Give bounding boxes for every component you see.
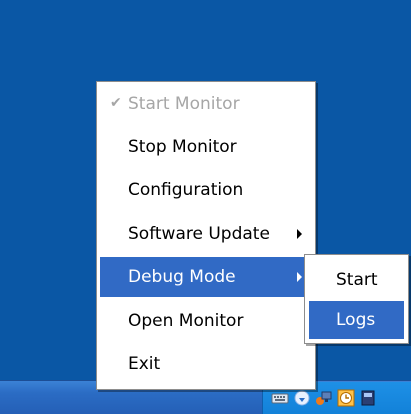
submenu-item-start[interactable]: Start: [309, 261, 404, 299]
menu-item-label: Software Update: [128, 224, 270, 244]
submenu-item-logs[interactable]: Logs: [309, 301, 404, 339]
menu-item-exit[interactable]: Exit: [100, 344, 312, 384]
menu-item-start-monitor[interactable]: ✔ Start Monitor: [100, 84, 312, 124]
menu-item-configuration[interactable]: Configuration: [100, 170, 312, 210]
check-icon: ✔: [110, 95, 122, 111]
submenu-item-label: Logs: [336, 310, 376, 330]
keyboard-icon[interactable]: [271, 389, 289, 407]
submenu-arrow-icon: [297, 229, 302, 239]
menu-item-label: Start Monitor: [128, 94, 240, 114]
submenu-item-label: Start: [336, 270, 378, 290]
menu-item-label: Debug Mode: [128, 267, 236, 287]
debug-mode-submenu: Start Logs: [304, 254, 409, 344]
menu-item-label: Exit: [128, 354, 161, 374]
menu-item-stop-monitor[interactable]: Stop Monitor: [100, 127, 312, 167]
menu-item-label: Stop Monitor: [128, 137, 237, 157]
network-shield-icon[interactable]: [293, 389, 311, 407]
context-menu: ✔ Start Monitor Stop Monitor Configurati…: [96, 81, 316, 390]
clock-icon[interactable]: [337, 389, 355, 407]
menu-item-label: Open Monitor: [128, 311, 244, 331]
menu-item-label: Configuration: [128, 180, 244, 200]
extra-tray-icon[interactable]: [359, 389, 377, 407]
menu-item-debug-mode[interactable]: Debug Mode: [100, 257, 312, 297]
menu-item-software-update[interactable]: Software Update: [100, 214, 312, 254]
submenu-arrow-icon: [297, 272, 302, 282]
menu-item-open-monitor[interactable]: Open Monitor: [100, 301, 312, 341]
network-computers-icon[interactable]: [315, 389, 333, 407]
